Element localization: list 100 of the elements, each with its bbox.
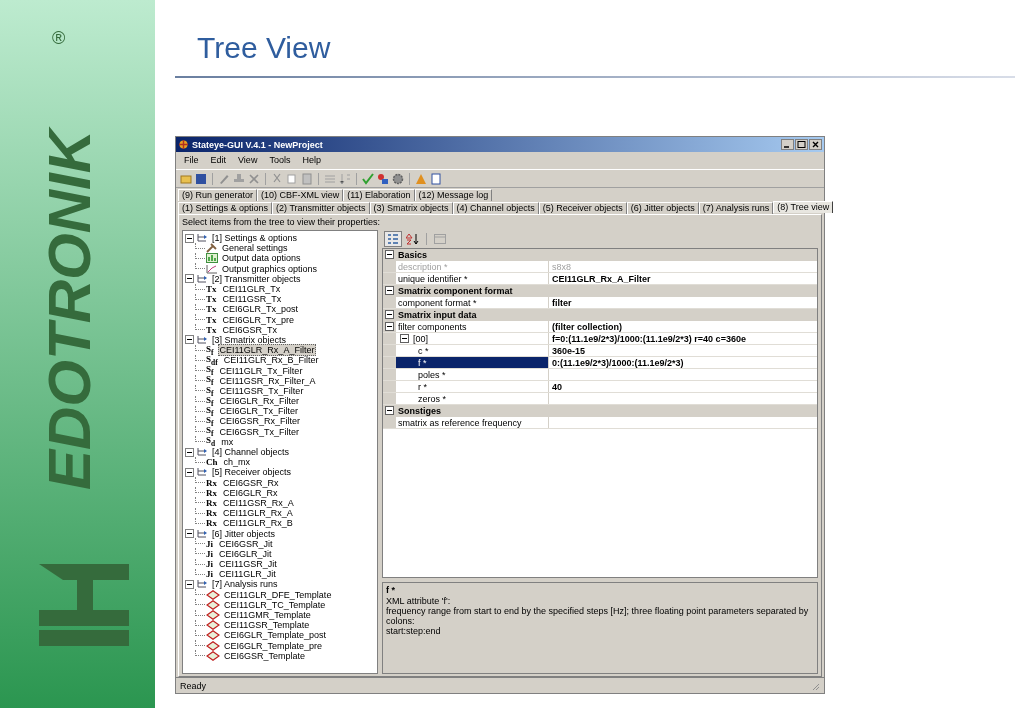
tab[interactable]: (10) CBF-XML view [257, 189, 344, 201]
tree-item[interactable]: CEI11GSR_Rx_Filter_A [217, 374, 318, 387]
tree-item[interactable]: CEI11GLR_Tx [220, 283, 283, 296]
type-label: S$_{f}$ [206, 364, 214, 377]
tree-item[interactable]: CEI11GSR_Tx_Filter [217, 384, 306, 397]
tree-item[interactable]: Output data options [220, 252, 303, 265]
folder-tree-icon [196, 467, 208, 478]
tree-item[interactable]: CEI11GMR_Template [222, 609, 313, 622]
tree-item[interactable]: CEI11GSR_Tx [220, 293, 284, 306]
tree-item[interactable]: CEI11GLR_Rx_B_Filter [221, 354, 321, 367]
tab[interactable]: (5) Receiver objects [538, 202, 627, 214]
description-title: f * [386, 585, 396, 596]
tree-item[interactable]: ch_mx [221, 456, 253, 469]
diamond-icon [206, 650, 220, 661]
property-name[interactable]: poles * [396, 369, 549, 380]
description-text: frequency range from start to end by the specified steps [Hz]; three floating point parameters separated by colons: [386, 606, 810, 626]
tree-item[interactable]: CEI6GSR_Rx [221, 476, 281, 489]
collapse-icon[interactable] [185, 467, 194, 477]
menu-item[interactable]: View [238, 155, 258, 166]
property-value: 40 [552, 381, 562, 392]
tree-item[interactable]: CEI11GSR_Jit [217, 558, 279, 571]
tree-item[interactable]: CEI6GLR_Jit [217, 547, 274, 560]
tree-item[interactable]: CEI11GLR_Rx_A [221, 507, 295, 520]
tab[interactable]: (2) Transmitter objects [272, 202, 370, 214]
tree-item[interactable]: CEI6GLR_Tx_post [220, 303, 301, 316]
tree-item[interactable]: CEI6GLR_Template_pre [222, 639, 325, 652]
collapse-icon[interactable] [185, 335, 194, 345]
tree-item[interactable]: [4] Channel objects [210, 446, 292, 459]
document-icon[interactable] [430, 172, 442, 185]
property-name[interactable]: r * [396, 381, 549, 392]
collapse-icon[interactable] [385, 286, 394, 295]
collapse-icon[interactable] [385, 250, 394, 259]
tree-item[interactable]: [6] Jitter objects [210, 527, 278, 540]
tree-item[interactable]: CEI6GLR_Rx [221, 486, 280, 499]
property-name[interactable]: unique identifier * [396, 273, 549, 284]
tree-item[interactable]: CEI11GLR_Jit [217, 568, 278, 581]
tab[interactable]: (11) Elaboration [343, 189, 415, 201]
menu-item[interactable]: Edit [210, 155, 227, 166]
collapse-icon[interactable] [185, 579, 194, 589]
type-label: Ji [206, 538, 213, 549]
tab[interactable]: (9) Run generator [178, 189, 258, 201]
tree-item[interactable]: CEI6GLR_Template_post [222, 629, 329, 642]
tab[interactable]: (8) Tree view [773, 201, 834, 213]
shapes-icon[interactable] [377, 172, 389, 185]
tree-item[interactable]: CEI6GSR_Tx_Filter [217, 425, 302, 438]
property-name[interactable]: component format * [396, 297, 549, 308]
property-name[interactable]: smatrix as reference frequency [396, 417, 549, 428]
collapse-icon[interactable] [185, 233, 194, 243]
property-name[interactable]: f * [396, 357, 549, 368]
tab[interactable]: (1) Settings & options [178, 202, 273, 214]
tab[interactable]: (3) Smatrix objects [369, 202, 453, 214]
tree-item[interactable]: CEI11GSR_Rx_A [221, 496, 296, 509]
property-name[interactable]: [00] [396, 333, 549, 344]
minimize-button[interactable] [781, 139, 794, 150]
tree-item[interactable]: CEI11GSR_Template [222, 619, 312, 632]
menu-item[interactable]: Tools [269, 155, 291, 166]
collapse-icon[interactable] [385, 406, 394, 415]
type-label: Rx [206, 518, 217, 529]
collapse-icon[interactable] [400, 334, 409, 343]
collapse-icon[interactable] [185, 274, 194, 284]
property-name[interactable]: filter components [396, 321, 549, 332]
tree-item[interactable]: General settings [220, 242, 290, 255]
tab[interactable]: (12) Message log [414, 189, 493, 201]
sort-icon[interactable] [405, 232, 421, 246]
type-label: Ji [206, 569, 213, 580]
tree-item[interactable]: [7] Analysis runs [210, 578, 280, 591]
type-label: Tx [206, 304, 217, 315]
property-name[interactable]: zeros * [396, 393, 549, 404]
tree-item[interactable]: Output graphics options [220, 262, 320, 275]
type-label: Ji [206, 548, 213, 559]
diamond-icon [206, 610, 220, 621]
tree-item[interactable]: CEI11GLR_Tx_Filter [217, 364, 305, 377]
type-label: Rx [206, 508, 217, 519]
collapse-icon[interactable] [185, 529, 194, 539]
app-icon [178, 139, 189, 150]
maximize-button[interactable] [795, 139, 808, 150]
type-label: Ji [206, 559, 213, 570]
tree-item[interactable]: CEI6GLR_Tx_Filter [217, 405, 301, 418]
collapse-icon[interactable] [385, 310, 394, 319]
tree-item[interactable]: CEI6GLR_Rx_Filter [217, 395, 302, 408]
save-icon[interactable] [195, 172, 207, 185]
folder-tree-icon [196, 273, 208, 284]
tree-item[interactable]: CEI6GSR_Tx [220, 323, 280, 336]
collapse-icon[interactable] [185, 447, 194, 457]
tree-item[interactable]: CEI11GLR_Rx_B [221, 517, 295, 530]
property-name[interactable]: c * [396, 345, 549, 356]
tree-item[interactable]: CEI6GSR_Rx_Filter [217, 415, 303, 428]
tree-item[interactable]: [5] Receiver objects [210, 466, 294, 479]
menu-item[interactable]: Help [302, 155, 321, 166]
tree-item[interactable]: [1] Settings & options [210, 232, 300, 245]
checkmark-icon[interactable] [362, 172, 374, 185]
tree-item[interactable]: CEI6GLR_Tx_pre [220, 313, 297, 326]
tree-item[interactable]: CEI11GLR_DFE_Template [222, 588, 334, 601]
tab[interactable]: (6) Jitter objects [626, 202, 699, 214]
property-value: CEI11GLR_Rx_A_Filter [552, 273, 651, 284]
tree-item[interactable]: CEI11GLR_Rx_A_Filter [217, 344, 317, 357]
menu-item[interactable]: File [184, 155, 199, 166]
tab[interactable]: (4) Channel objects [452, 202, 539, 214]
close-button[interactable] [809, 139, 822, 150]
tree-item[interactable]: mx [219, 435, 236, 448]
